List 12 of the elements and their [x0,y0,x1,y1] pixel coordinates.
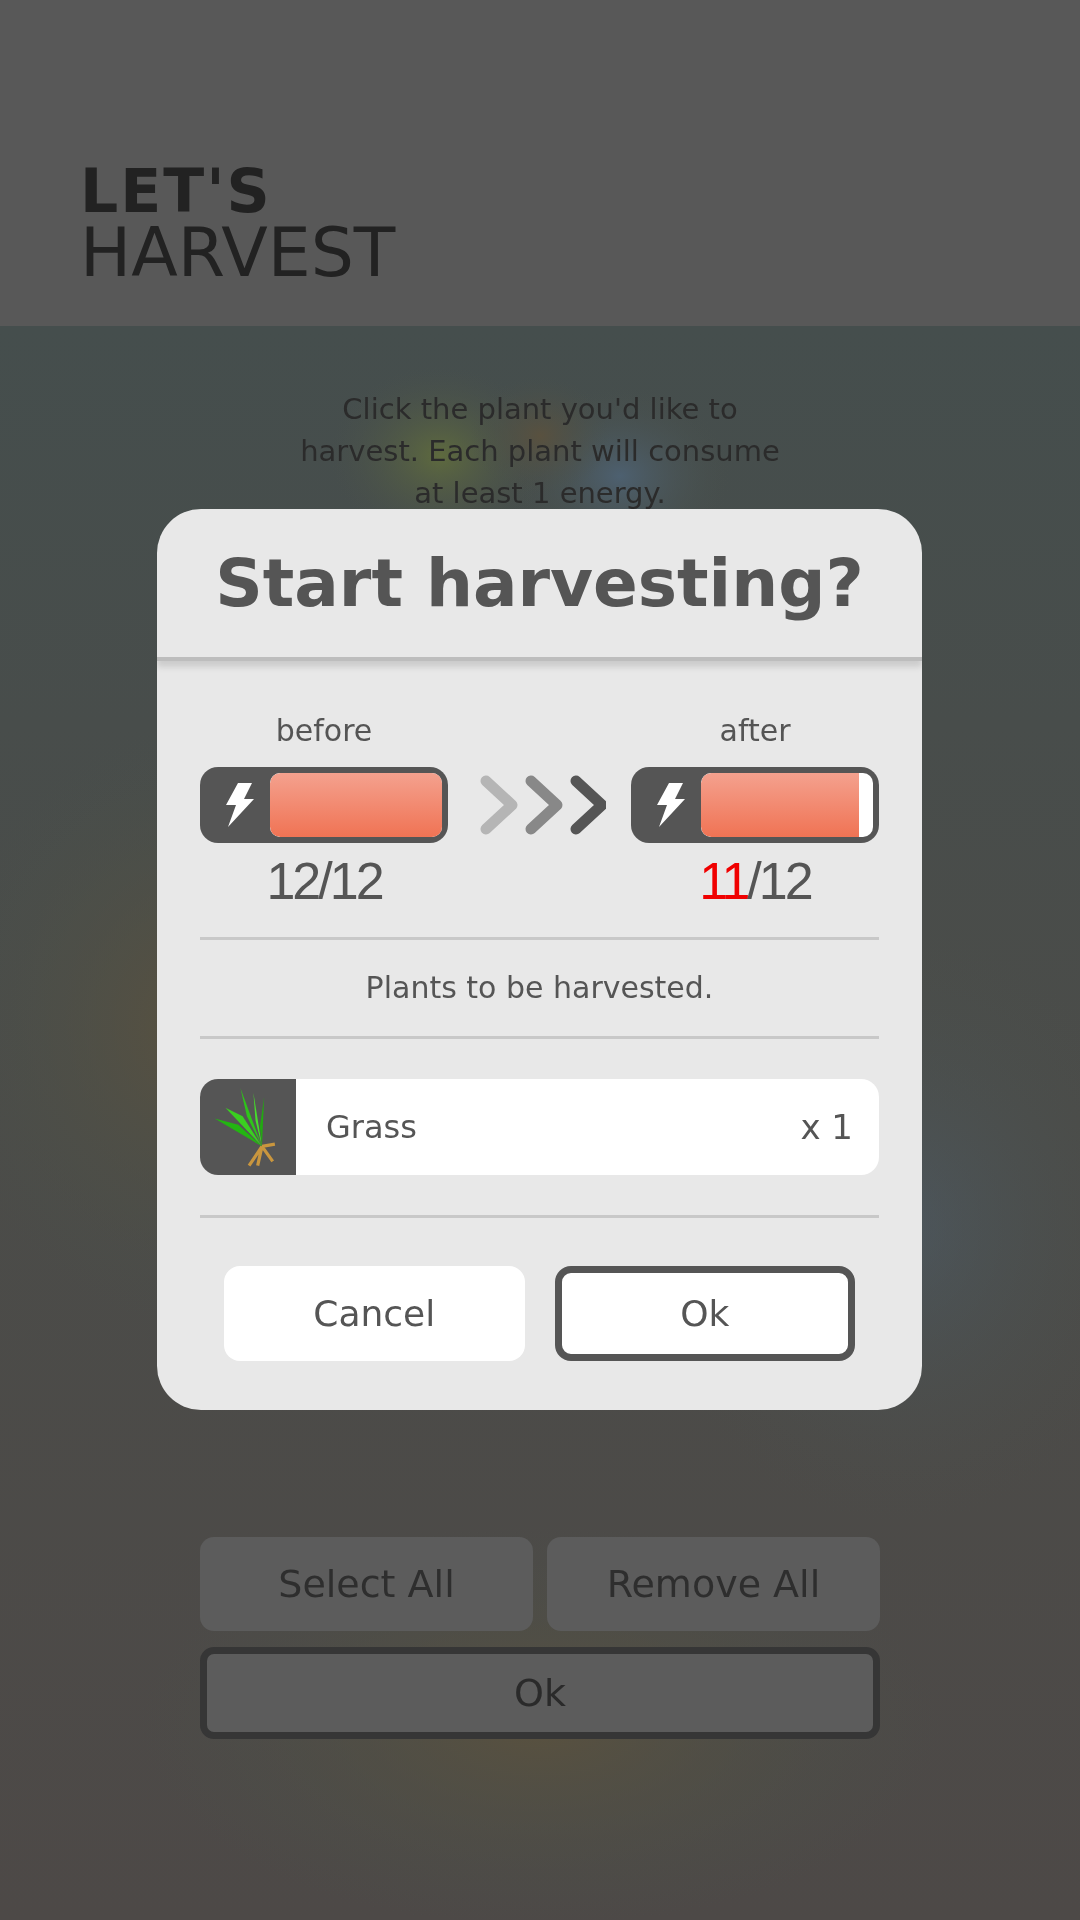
ok-button[interactable]: Ok [554,1266,855,1361]
plant-name: Grass [326,1108,418,1146]
energy-label: before [275,713,373,749]
energy-count: 12/12 [266,851,382,911]
dialog-title: Start harvesting? [215,544,864,622]
energy-count: 11/12 [699,851,811,911]
lightning-icon [655,783,685,827]
plant-quantity: x 1 [800,1107,853,1147]
list-heading: Plants to be harvested. [364,970,715,1006]
energy-label: after [719,713,791,749]
cancel-button[interactable]: Cancel [224,1266,525,1361]
lightning-icon [224,783,254,827]
